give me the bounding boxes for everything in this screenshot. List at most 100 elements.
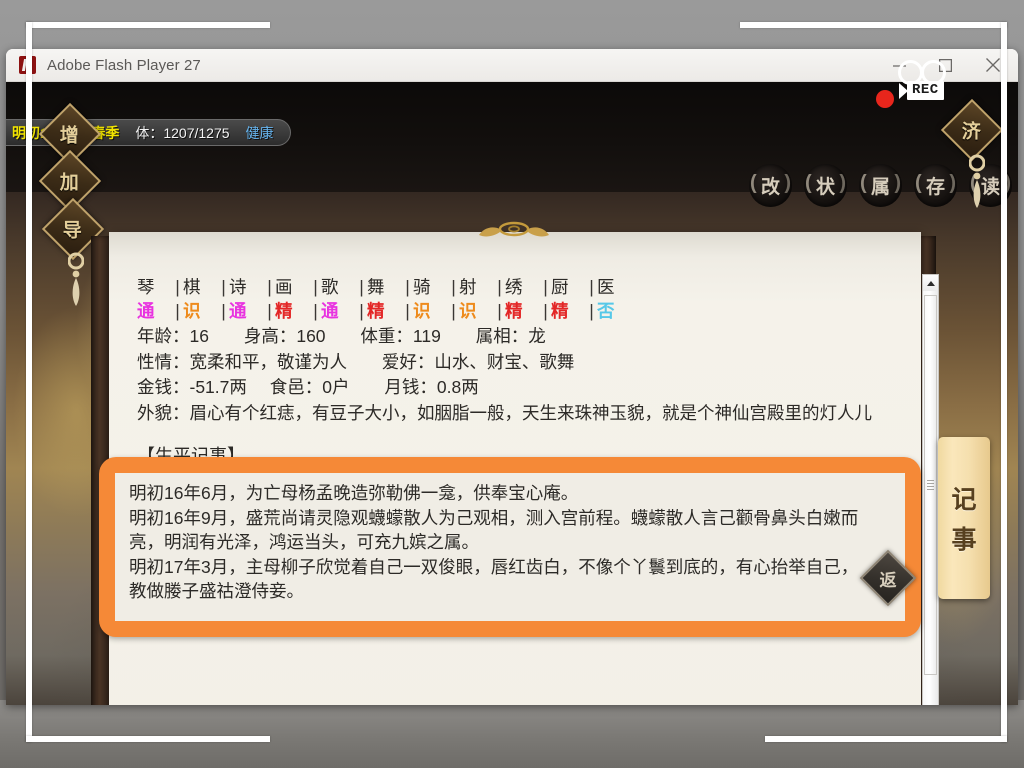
skill-separator: |	[497, 277, 502, 297]
height-value: 身高：160	[243, 326, 326, 346]
skill-separator: |	[359, 277, 364, 297]
skill-level-row: 通 | 识 | 通 | 精 | 通 | 精 | 识 | 识 | 精 | 精 | 否	[137, 300, 857, 324]
zodiac-value: 属相：龙	[475, 326, 546, 346]
recording-indicator[interactable]: REC	[899, 81, 944, 100]
top-button-save-label: 存	[925, 177, 945, 198]
side-button-add-label: 增	[60, 125, 80, 147]
skill-separator: |	[221, 300, 226, 321]
skill-separator: |	[267, 300, 272, 321]
stats-row: 年龄：16 身高：160 体重：119 属相：龙	[137, 325, 857, 349]
close-icon	[986, 58, 1000, 72]
highlight-line: 明初17年3月，主母柳子欣觉着自己一双俊眼，唇红齿白，不像个丫鬟到底的，有心抬举…	[129, 556, 859, 577]
skill-level: 精	[551, 300, 569, 321]
flash-player-window: Adobe Flash Player 27 体：1207/1275 健康 (改…	[6, 49, 1018, 705]
highlight-line: 明初16年9月，盛荒尚请灵隐观蠛蠓散人为己观相，测入宫前程。蠛蠓散人言己颧骨鼻头…	[129, 507, 859, 528]
skill-level: 精	[367, 300, 385, 321]
window-titlebar[interactable]: Adobe Flash Player 27	[6, 49, 1018, 82]
skill-separator: |	[313, 300, 318, 321]
desktop-background	[0, 700, 1024, 768]
scroll-up-button[interactable]	[923, 275, 938, 291]
skill-name: 舞	[367, 277, 385, 297]
notebook-tab[interactable]: 记 事	[938, 437, 990, 599]
panel-ornament-icon	[475, 220, 553, 242]
side-button-increase-label: 加	[60, 172, 80, 194]
skill-name: 绣	[505, 277, 523, 297]
top-button-attributes-label: 属	[870, 177, 890, 198]
scroll-up-arrow-icon	[926, 280, 935, 286]
notebook-tab-line2: 事	[951, 526, 977, 554]
scroll-grip-icon	[927, 478, 934, 492]
side-button-relief-label: 济	[962, 121, 982, 143]
hud-state-badge: 健康	[245, 124, 274, 141]
skill-separator: |	[497, 300, 502, 321]
capture-frame-top-left	[26, 22, 270, 28]
skill-level: 精	[505, 300, 523, 321]
skill-level: 通	[137, 300, 155, 321]
age-value: 年龄：16	[137, 326, 209, 346]
skill-separator: |	[543, 277, 548, 297]
skill-level: 识	[459, 300, 477, 321]
skill-name: 医	[597, 277, 615, 297]
skill-name: 棋	[183, 277, 201, 297]
record-dot-icon	[876, 90, 894, 108]
skill-level: 识	[183, 300, 201, 321]
capture-frame-top-right	[740, 22, 1007, 28]
money-row: 金钱：-51.7两 食邑：0户 月钱：0.8两	[137, 376, 857, 400]
back-button-label: 返	[879, 570, 897, 590]
skill-name: 歌	[321, 277, 339, 297]
skill-separator: |	[589, 277, 594, 297]
top-button-modify[interactable]: 改	[749, 164, 792, 207]
panel-scrollbar[interactable]	[922, 274, 939, 705]
hud-hp: 体：1207/1275	[135, 124, 230, 141]
highlight-line: 明初16年6月，为亡母杨孟晚造弥勒佛一龛，供奉宝心庵。	[129, 483, 579, 503]
skill-separator: |	[221, 277, 226, 297]
appearance-row: 外貌：眉心有个红痣，有豆子大小，如胭脂一般，天生来珠神玉貌，就是个神仙宫殿里的灯…	[137, 402, 872, 423]
weight-value: 体重：119	[360, 326, 441, 346]
top-button-save[interactable]: 存	[914, 164, 957, 207]
skill-separator: |	[267, 277, 272, 297]
money-value: 金钱：-51.7两	[137, 377, 247, 397]
skill-separator: |	[543, 300, 548, 321]
skill-separator: |	[313, 277, 318, 297]
temperament-value: 性情：宽柔和平，敬谨为人	[137, 351, 347, 372]
tassel-ornament-right	[968, 154, 986, 208]
skill-name: 射	[459, 277, 477, 297]
top-button-status[interactable]: 状	[804, 164, 847, 207]
skill-separator: |	[359, 300, 364, 321]
fief-value: 食邑：0户	[269, 377, 350, 397]
skill-separator: |	[589, 300, 594, 321]
game-canvas[interactable]: 明初17年3月春季 体：1207/1275 健康 改 状 属 存 读 增 加 导	[6, 82, 1018, 705]
skill-name: 骑	[413, 277, 431, 297]
close-button[interactable]	[968, 49, 1018, 82]
scrollbar-thumb[interactable]	[924, 295, 937, 675]
skill-level: 通	[321, 300, 339, 321]
highlighted-events-box: 明初16年6月，为亡母杨孟晚造弥勒佛一龛，供奉宝心庵。 明初16年9月，盛荒尚请…	[99, 457, 921, 637]
capture-frame-bottom-right	[765, 736, 1007, 742]
capture-frame-left	[26, 22, 32, 742]
side-button-guide-label: 导	[63, 220, 83, 242]
skill-separator: |	[405, 277, 410, 297]
highlight-line: 亮，明润有光泽，鸿运当头，可充九嫔之属。	[129, 532, 479, 552]
skill-separator: |	[451, 277, 456, 297]
skill-name: 诗	[229, 277, 247, 297]
skill-level: 识	[413, 300, 431, 321]
rec-label: REC	[907, 81, 944, 100]
skill-level: 否	[597, 300, 615, 321]
screen: Adobe Flash Player 27 体：1207/1275 健康 (改…	[0, 0, 1024, 768]
skill-name: 画	[275, 277, 293, 297]
hobby-value: 爱好：山水、财宝、歌舞	[381, 351, 575, 372]
allowance-value: 月钱：0.8两	[384, 377, 479, 397]
top-button-modify-label: 改	[760, 177, 780, 198]
skill-separator: |	[451, 300, 456, 321]
window-title: Adobe Flash Player 27	[47, 56, 201, 74]
tassel-ornament-left	[67, 252, 85, 306]
skill-name: 厨	[551, 277, 569, 297]
skill-name-row: 琴 | 棋 | 诗 | 画 | 歌 | 舞 | 骑 | 射 | 绣 | 厨 | 医	[137, 276, 857, 300]
skill-separator: |	[175, 300, 180, 321]
skill-separator: |	[405, 300, 410, 321]
top-button-attributes[interactable]: 属	[859, 164, 902, 207]
temperament-row: 性情：宽柔和平，敬谨为人 爱好：山水、财宝、歌舞	[137, 351, 857, 375]
capture-frame-bottom-left	[26, 736, 270, 742]
notebook-tab-line1: 记	[951, 486, 977, 514]
skill-level: 通	[229, 300, 247, 321]
